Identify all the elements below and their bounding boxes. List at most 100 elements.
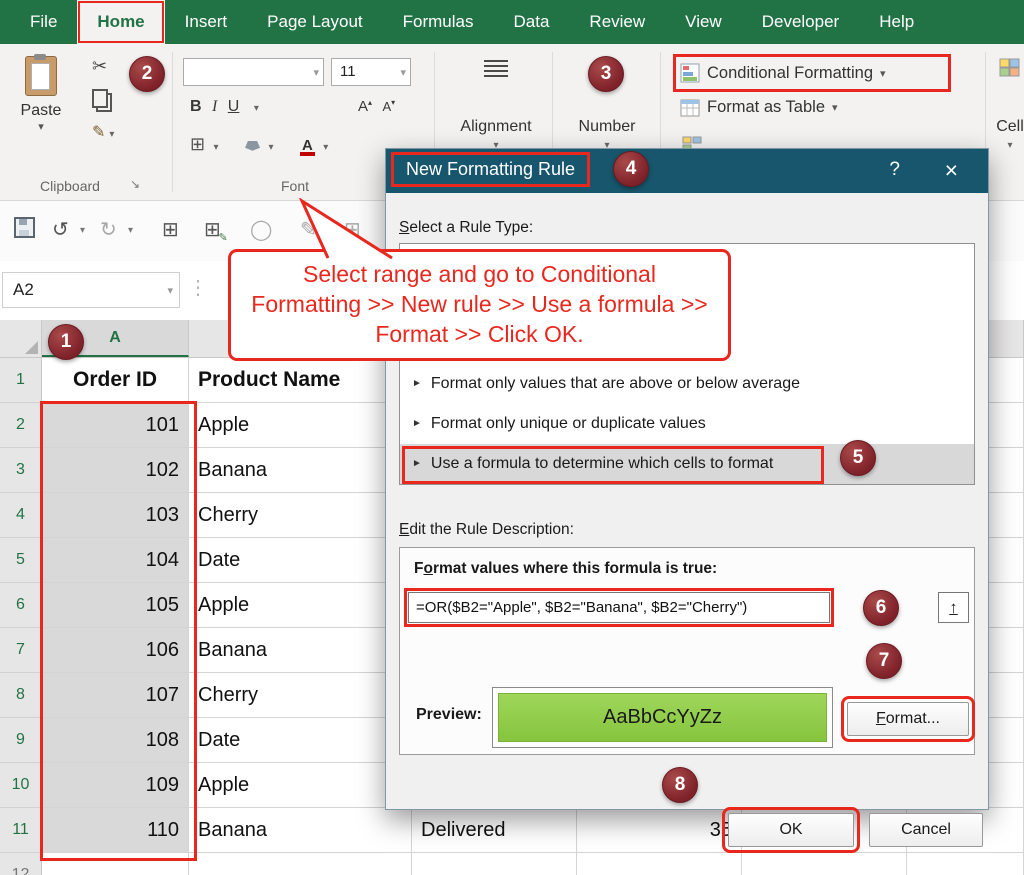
rule-type-option-5[interactable]: Format only unique or duplicate values xyxy=(400,404,974,444)
dialog-title-bar[interactable]: New Formatting Rule ? × xyxy=(386,149,988,193)
cell-styles-group-button[interactable]: Cell ▾ xyxy=(992,44,1024,83)
save-icon[interactable] xyxy=(14,217,35,238)
name-box[interactable]: A2 ▾ xyxy=(2,272,180,308)
rule-type-option-4[interactable]: Format only values that are above or bel… xyxy=(400,364,974,404)
dialog-help-button[interactable]: ? xyxy=(889,159,900,181)
row-header-12[interactable]: 12 xyxy=(0,853,42,875)
cell-B8[interactable]: Cherry xyxy=(189,673,412,718)
cell-A7[interactable]: 106 xyxy=(42,628,189,673)
decrease-font-size-button[interactable] xyxy=(382,98,395,116)
row-header-1[interactable]: 1 xyxy=(0,358,42,403)
format-painter-chevron-icon[interactable]: ▾ xyxy=(109,129,114,140)
alignment-group-button[interactable]: Alignment ▾ xyxy=(442,44,550,79)
cell-A12[interactable] xyxy=(42,853,189,875)
underline-chevron-icon[interactable]: ▾ xyxy=(254,103,259,114)
paste-chevron-down-icon[interactable]: ▾ xyxy=(10,120,72,133)
grid-edit-icon[interactable]: ⊞ xyxy=(204,217,221,242)
tab-page-layout[interactable]: Page Layout xyxy=(247,0,382,44)
undo-chevron-icon[interactable]: ▾ xyxy=(80,225,85,236)
dialog-close-button[interactable]: × xyxy=(937,156,966,184)
redo-icon[interactable]: ↻ xyxy=(100,217,117,242)
cell-A9[interactable]: 108 xyxy=(42,718,189,763)
cell-A1[interactable]: Order ID xyxy=(42,358,189,403)
tab-help[interactable]: Help xyxy=(859,0,934,44)
cell-B11[interactable]: Banana xyxy=(189,808,412,853)
font-size-chevron-icon[interactable]: ▾ xyxy=(400,66,406,79)
formula-input[interactable] xyxy=(408,592,830,623)
row-header-4[interactable]: 4 xyxy=(0,493,42,538)
cell-B7[interactable]: Banana xyxy=(189,628,412,673)
row-header-3[interactable]: 3 xyxy=(0,448,42,493)
italic-button[interactable] xyxy=(212,98,217,116)
font-color-button[interactable] xyxy=(300,139,315,156)
cell-A8[interactable]: 107 xyxy=(42,673,189,718)
cell-B3[interactable]: Banana xyxy=(189,448,412,493)
font-color-chevron-icon[interactable]: ▾ xyxy=(323,142,328,153)
cell-B1[interactable]: Product Name xyxy=(189,358,412,403)
font-name-chevron-icon[interactable]: ▾ xyxy=(313,66,319,79)
name-box-chevron-icon[interactable]: ▾ xyxy=(167,284,173,297)
tab-data[interactable]: Data xyxy=(494,0,570,44)
cell-A6[interactable]: 105 xyxy=(42,583,189,628)
cell-A10[interactable]: 109 xyxy=(42,763,189,808)
cell-A2[interactable]: 101 xyxy=(42,403,189,448)
row-header-11[interactable]: 11 xyxy=(0,808,42,853)
underline-button[interactable] xyxy=(228,98,240,116)
font-size-combobox[interactable]: 11 ▾ xyxy=(331,58,411,86)
row-header-7[interactable]: 7 xyxy=(0,628,42,673)
cell-B5[interactable]: Date xyxy=(189,538,412,583)
cell-B12[interactable] xyxy=(189,853,412,875)
collapse-dialog-icon[interactable] xyxy=(938,592,969,623)
undo-icon[interactable]: ↺ xyxy=(52,217,69,242)
cell-B10[interactable]: Apple xyxy=(189,763,412,808)
fill-color-button[interactable] xyxy=(245,141,260,151)
row-header-8[interactable]: 8 xyxy=(0,673,42,718)
cell-C11[interactable]: Delivered xyxy=(412,808,577,853)
cell-E12[interactable] xyxy=(742,853,907,875)
circle-tool-icon[interactable]: ◯ xyxy=(250,217,272,242)
copy-icon[interactable] xyxy=(92,89,108,108)
tab-formulas[interactable]: Formulas xyxy=(383,0,494,44)
cell-B4[interactable]: Cherry xyxy=(189,493,412,538)
cell-C12[interactable] xyxy=(412,853,577,875)
row-header-9[interactable]: 9 xyxy=(0,718,42,763)
font-name-combobox[interactable]: ▾ xyxy=(183,58,324,86)
tab-developer[interactable]: Developer xyxy=(742,0,860,44)
rule-type-option-6[interactable]: Use a formula to determine which cells t… xyxy=(400,444,974,484)
cell-B9[interactable]: Date xyxy=(189,718,412,763)
format-button[interactable]: Format... xyxy=(847,702,969,736)
clipboard-dialog-launcher-icon[interactable]: ↘ xyxy=(130,177,140,191)
cell-A3[interactable]: 102 xyxy=(42,448,189,493)
cell-B2[interactable]: Apple xyxy=(189,403,412,448)
conditional-formatting-button[interactable]: Conditional Formatting ▾ xyxy=(676,57,948,89)
row-header-2[interactable]: 2 xyxy=(0,403,42,448)
grid-window-icon[interactable]: ⊞ xyxy=(162,217,179,242)
row-header-5[interactable]: 5 xyxy=(0,538,42,583)
increase-font-size-button[interactable] xyxy=(358,98,372,116)
cell-A4[interactable]: 103 xyxy=(42,493,189,538)
cell-F12[interactable] xyxy=(907,853,1024,875)
format-painter-icon[interactable] xyxy=(92,124,105,141)
redo-chevron-icon[interactable]: ▾ xyxy=(128,225,133,236)
cell-D12[interactable] xyxy=(577,853,742,875)
fill-color-chevron-icon[interactable]: ▾ xyxy=(268,142,273,153)
borders-chevron-icon[interactable]: ▾ xyxy=(214,142,219,153)
tab-file[interactable]: File xyxy=(10,0,77,44)
format-as-table-button[interactable]: Format as Table ▾ xyxy=(680,98,838,117)
cancel-button[interactable]: Cancel xyxy=(869,813,983,847)
select-all-corner[interactable] xyxy=(0,320,42,357)
tab-review[interactable]: Review xyxy=(569,0,665,44)
ok-button[interactable]: OK xyxy=(728,813,854,847)
cell-B6[interactable]: Apple xyxy=(189,583,412,628)
row-header-10[interactable]: 10 xyxy=(0,763,42,808)
tab-insert[interactable]: Insert xyxy=(165,0,248,44)
cell-A5[interactable]: 104 xyxy=(42,538,189,583)
cell-D11[interactable]: 35 xyxy=(577,808,742,853)
tab-home[interactable]: Home xyxy=(77,0,164,44)
paste-button[interactable]: Paste ▾ xyxy=(10,52,72,133)
row-header-6[interactable]: 6 xyxy=(0,583,42,628)
borders-button[interactable] xyxy=(190,137,205,154)
tab-view[interactable]: View xyxy=(665,0,742,44)
cell-A11[interactable]: 110 xyxy=(42,808,189,853)
bold-button[interactable] xyxy=(190,98,202,116)
